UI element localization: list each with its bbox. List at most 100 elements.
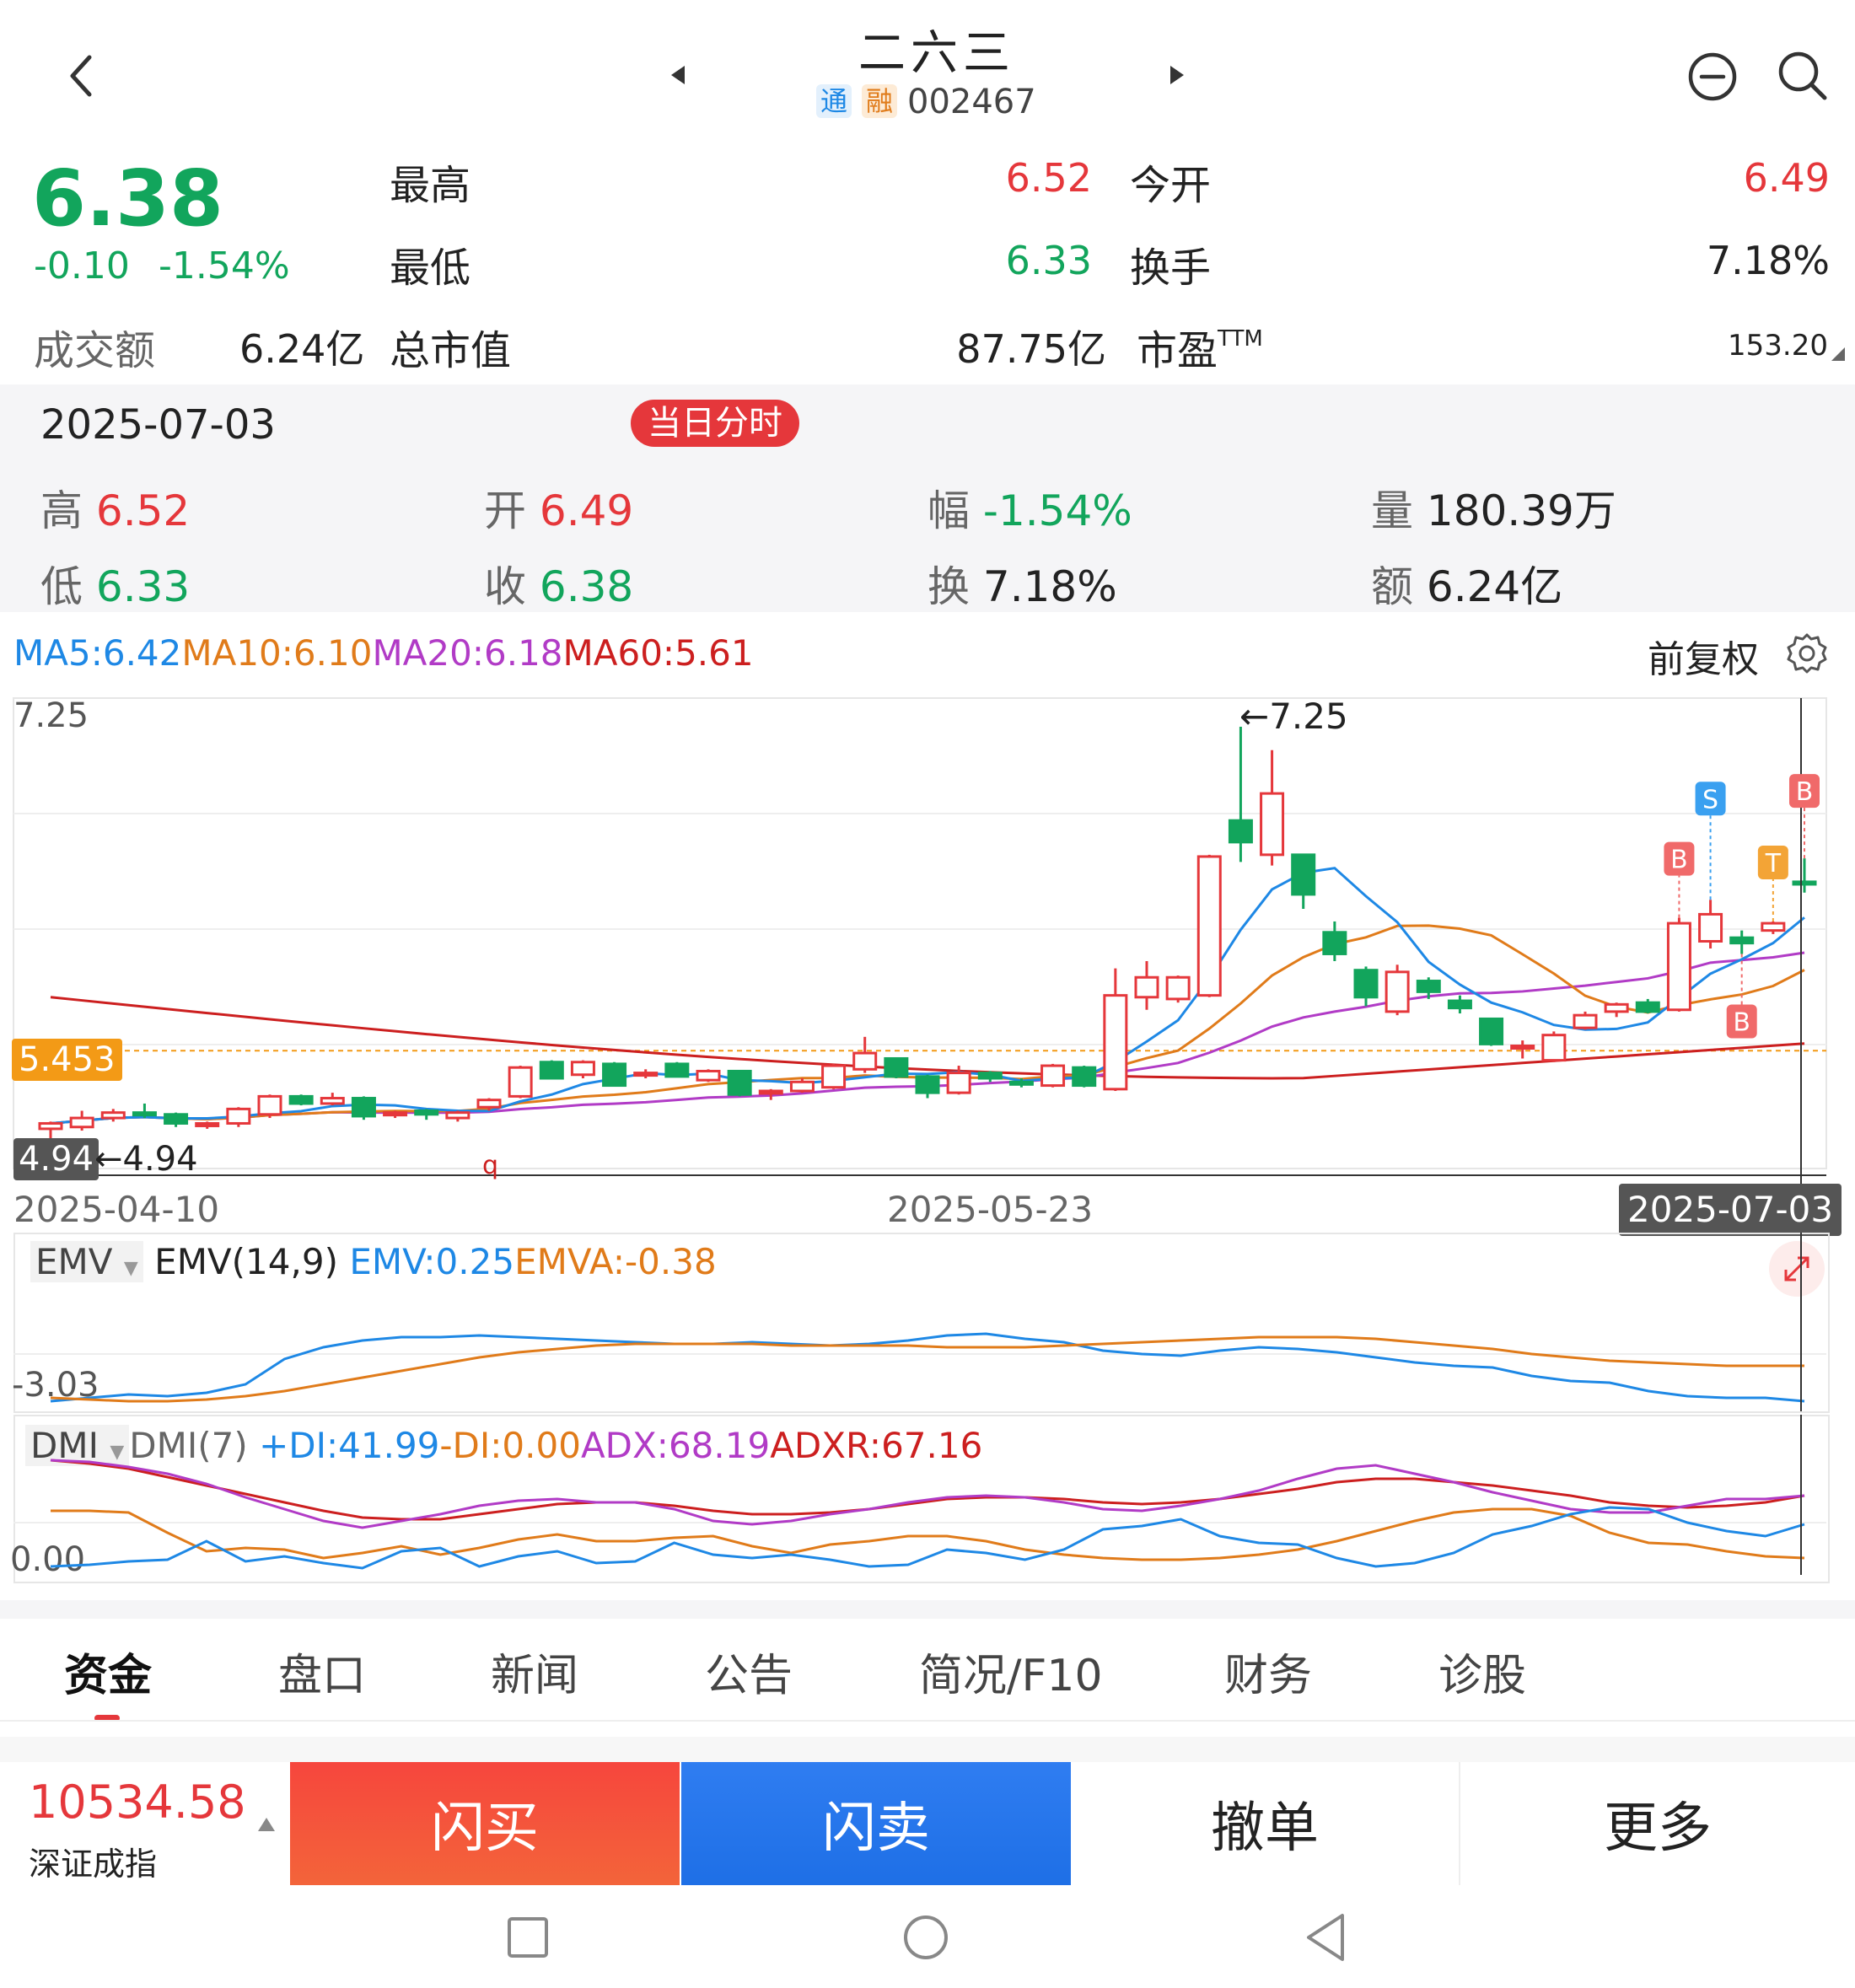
candle: [351, 1096, 376, 1120]
low-value: 6.33: [1005, 238, 1092, 283]
candle: [1698, 900, 1723, 949]
next-stock-icon[interactable]: [1164, 62, 1189, 88]
candle: [1165, 975, 1191, 1003]
pe-value: 153.20: [1728, 329, 1828, 363]
signal-label: B: [1796, 777, 1814, 807]
day-amp: 幅 -1.54%: [928, 486, 1132, 535]
candle: [539, 1060, 564, 1080]
tab-finance[interactable]: 财务: [1224, 1640, 1312, 1703]
high-label: 最高: [390, 162, 471, 209]
candle: [915, 1074, 940, 1099]
index-value[interactable]: 10534.58: [29, 1776, 246, 1829]
mktcap-value: 87.75亿: [956, 326, 1106, 372]
more-button[interactable]: 更多: [1460, 1762, 1855, 1885]
emv-line: [50, 1332, 1805, 1403]
day-date: 2025-07-03: [40, 401, 276, 449]
adjust-mode[interactable]: 前复权: [1648, 629, 1759, 683]
candle: [164, 1112, 189, 1127]
candle: [226, 1107, 251, 1127]
candle: [1666, 917, 1691, 1012]
settings-gear-icon[interactable]: [1784, 631, 1830, 676]
dmi-axis-label: 0.00: [10, 1540, 85, 1579]
candle: [884, 1056, 909, 1079]
stock-code: 002467: [907, 83, 1036, 121]
candle: [445, 1110, 470, 1122]
ma60-label: MA60:5.61: [562, 632, 754, 674]
ref-price-tag: 5.453: [12, 1039, 122, 1081]
open-value: 6.49: [1743, 155, 1830, 201]
candle: [1291, 853, 1316, 909]
expand-triangle-icon[interactable]: [1831, 347, 1845, 361]
bottom-bar-gap: [0, 1737, 1855, 1762]
remove-watchlist-icon[interactable]: [1686, 51, 1739, 103]
chart-max-marker: ←7.25: [1239, 696, 1348, 737]
candle: [664, 1061, 690, 1078]
candle: [633, 1069, 659, 1079]
intraday-button[interactable]: 当日分时: [631, 400, 799, 447]
cancel-order-button[interactable]: 撤单: [1071, 1762, 1459, 1885]
signal-label: B: [1670, 846, 1688, 875]
candle: [1479, 1017, 1504, 1046]
nav-home-icon[interactable]: [902, 1914, 949, 1961]
candle: [414, 1109, 439, 1120]
candle: [1792, 858, 1817, 893]
tab-f10[interactable]: 简况/F10: [919, 1640, 1103, 1703]
amount-value: 6.24亿: [239, 326, 365, 372]
candle: [821, 1063, 847, 1089]
date-mid: 2025-05-23: [887, 1189, 1094, 1230]
ma20-label: MA20:6.18: [372, 632, 563, 674]
index-name[interactable]: 深证成指: [29, 1838, 157, 1884]
candle: [1385, 964, 1410, 1016]
day-amt: 额 6.24亿: [1371, 562, 1563, 611]
open-label: 今开: [1130, 162, 1212, 209]
candle: [758, 1088, 783, 1100]
candle: [570, 1060, 595, 1079]
pdi-line: [50, 1506, 1805, 1570]
candle: [1729, 930, 1755, 954]
tabs-divider-bottom: [0, 1720, 1855, 1722]
signal-label: S: [1702, 785, 1718, 814]
candle: [1541, 1031, 1567, 1062]
candle: [696, 1069, 721, 1083]
tab-funds[interactable]: 资金: [64, 1640, 152, 1703]
tong-badge: 通: [816, 84, 852, 118]
candle: [1353, 966, 1379, 1007]
ma60-line: [50, 996, 1805, 1080]
date-cursor-tag: 2025-07-03: [1619, 1184, 1842, 1236]
mktcap-label: 总市值: [390, 327, 512, 374]
search-icon[interactable]: [1776, 49, 1830, 103]
back-icon[interactable]: [62, 51, 105, 101]
flash-buy-button[interactable]: 闪买: [290, 1762, 680, 1885]
candle: [132, 1103, 157, 1119]
nav-back-icon[interactable]: [1304, 1912, 1347, 1963]
candle: [320, 1093, 345, 1106]
candle: [1196, 854, 1222, 997]
nav-recents-icon[interactable]: [506, 1915, 550, 1959]
candle: [257, 1094, 282, 1119]
min-price-tag: 4.94: [13, 1138, 99, 1180]
amount-label: 成交额: [34, 327, 156, 374]
tab-news[interactable]: 新闻: [491, 1640, 578, 1703]
index-up-triangle-icon: [256, 1816, 277, 1833]
flash-sell-button[interactable]: 闪卖: [681, 1762, 1071, 1885]
prev-stock-icon[interactable]: [666, 62, 691, 88]
candle: [1103, 968, 1128, 1091]
signal-label: T: [1765, 849, 1782, 878]
day-turn: 换 7.18%: [928, 562, 1117, 611]
tab-orderbook[interactable]: 盘口: [278, 1640, 366, 1703]
candle: [1134, 961, 1159, 1010]
kline-chart[interactable]: 7.25 ←7.25 q B S T B B: [0, 691, 1855, 1214]
signal-label: B: [1733, 1007, 1750, 1037]
emv-chart: -3.03: [12, 1233, 1826, 1411]
candle: [727, 1069, 752, 1097]
tab-announcements[interactable]: 公告: [705, 1640, 793, 1703]
price-change: -0.10: [34, 244, 130, 287]
ma10-label: MA10:6.10: [181, 632, 373, 674]
candle: [1447, 995, 1472, 1014]
dmi-chart: 0.00: [10, 1415, 1826, 1579]
candle: [852, 1036, 878, 1073]
candle: [1322, 921, 1347, 962]
price-change-pct: -1.54%: [159, 244, 290, 287]
tabs-divider-top: [0, 1600, 1855, 1619]
tab-diagnose[interactable]: 诊股: [1438, 1640, 1526, 1703]
